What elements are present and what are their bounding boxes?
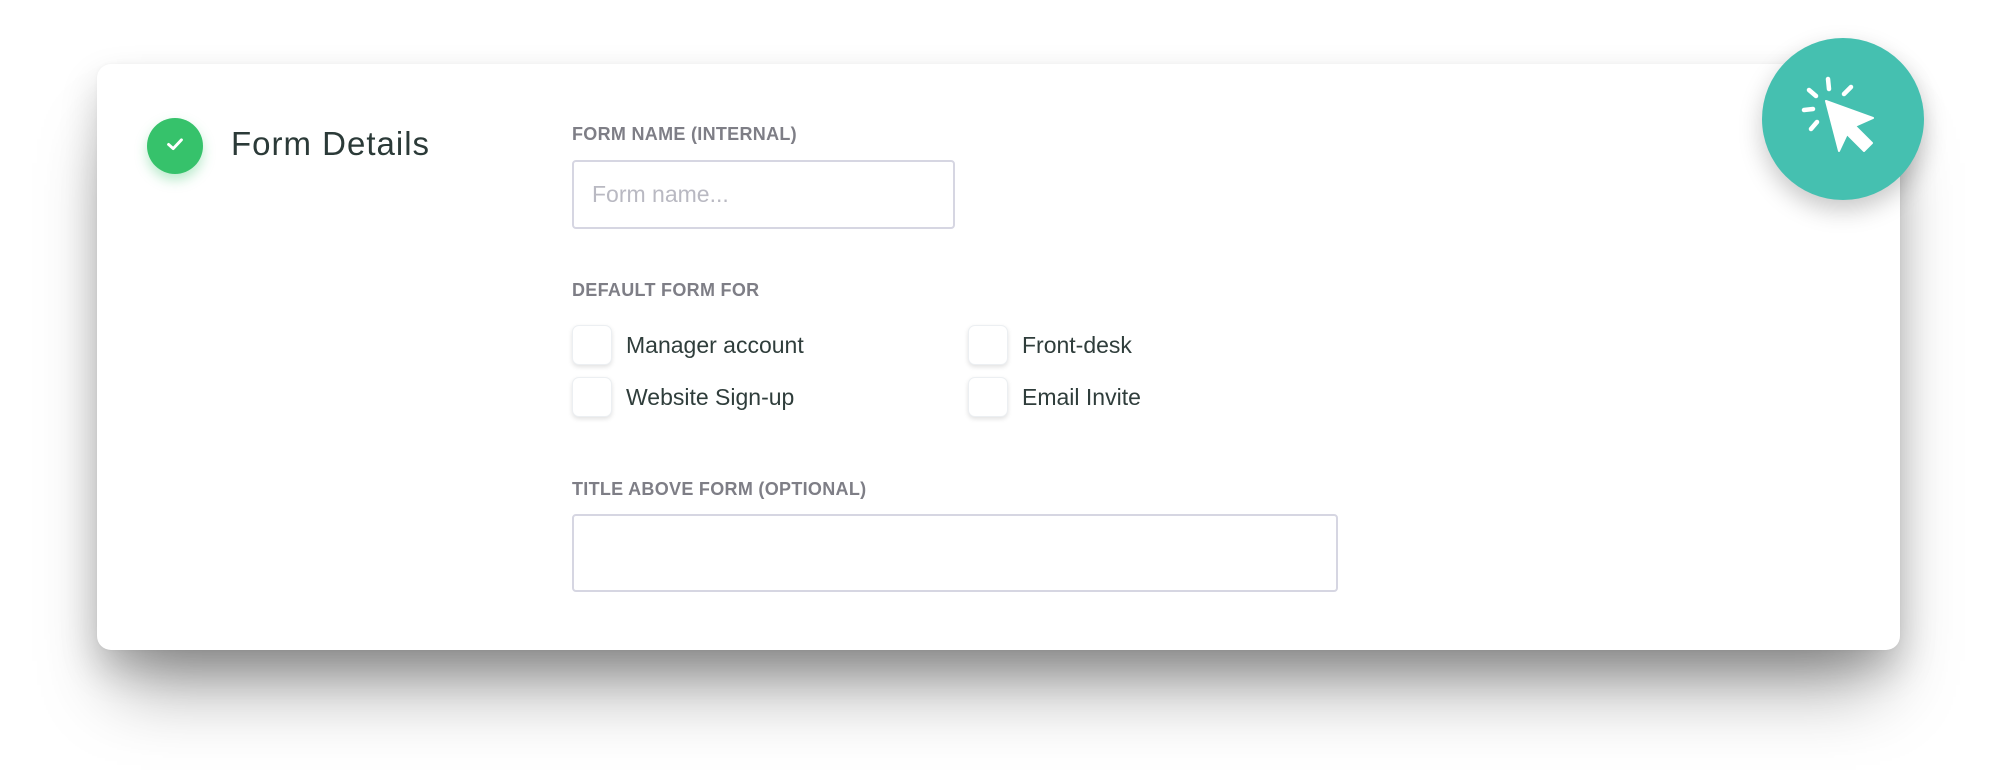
front-desk-label: Front-desk: [1022, 331, 1132, 358]
cursor-click-button[interactable]: [1762, 38, 1924, 200]
option-website-sign-up[interactable]: Website Sign-up: [572, 377, 794, 417]
form-name-input[interactable]: [572, 160, 955, 229]
form-details-card: Form Details FORM NAME (INTERNAL) DEFAUL…: [97, 64, 1900, 650]
front-desk-checkbox[interactable]: [968, 325, 1008, 365]
default-form-for-label: DEFAULT FORM FOR: [572, 280, 760, 300]
option-email-invite[interactable]: Email Invite: [968, 377, 1141, 417]
title-above-form-input[interactable]: [572, 514, 1338, 592]
manager-account-checkbox[interactable]: [572, 325, 612, 365]
form-name-label: FORM NAME (INTERNAL): [572, 124, 797, 144]
check-icon: [164, 133, 186, 160]
option-front-desk[interactable]: Front-desk: [968, 325, 1132, 365]
website-sign-up-label: Website Sign-up: [626, 383, 795, 410]
website-sign-up-checkbox[interactable]: [572, 377, 612, 417]
section-complete-badge: [147, 118, 203, 174]
manager-account-label: Manager account: [626, 331, 804, 358]
section-title: Form Details: [231, 125, 431, 162]
email-invite-label: Email Invite: [1022, 383, 1141, 410]
cursor-click-icon: [1801, 75, 1885, 164]
title-above-form-label: TITLE ABOVE FORM (OPTIONAL): [572, 479, 867, 499]
email-invite-checkbox[interactable]: [968, 377, 1008, 417]
option-manager-account[interactable]: Manager account: [572, 325, 804, 365]
